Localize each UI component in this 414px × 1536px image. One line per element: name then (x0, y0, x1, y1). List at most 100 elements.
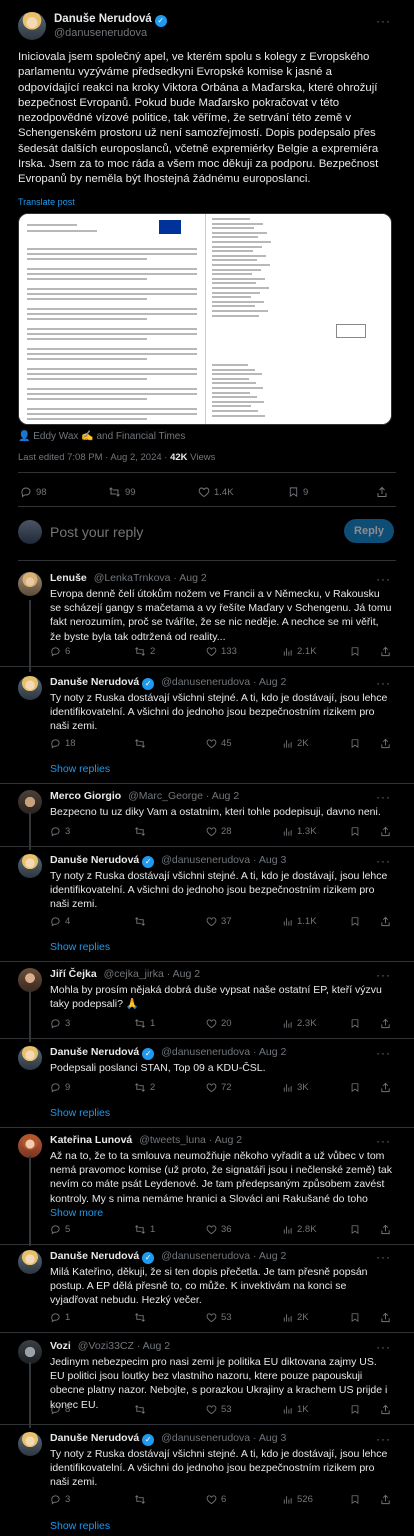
reply-button[interactable]: 3 (50, 1018, 70, 1029)
bookmark-button[interactable] (350, 1018, 364, 1029)
author-avatar[interactable] (18, 12, 46, 40)
reply-author-name[interactable]: Vozi (50, 1340, 71, 1352)
more-options-icon[interactable]: ··· (376, 854, 391, 868)
share-button[interactable] (380, 1494, 395, 1505)
reply-avatar[interactable] (18, 676, 42, 700)
views-button[interactable]: 1.3K (282, 826, 317, 837)
reply-author-name[interactable]: Lenuše (50, 572, 87, 584)
more-options-icon[interactable]: ··· (376, 1046, 391, 1060)
repost-button[interactable] (134, 738, 150, 749)
reply-meta[interactable]: @danusenerudova · Aug 2 (161, 1046, 286, 1058)
more-options-icon[interactable]: ··· (376, 1134, 391, 1148)
repost-button[interactable] (134, 826, 150, 837)
repost-button[interactable] (134, 1404, 150, 1415)
reply-meta[interactable]: @danusenerudova · Aug 3 (161, 1432, 286, 1444)
reply-author-name[interactable]: Jiří Čejka (50, 968, 97, 980)
more-options-icon[interactable]: ··· (376, 676, 391, 690)
more-options-icon[interactable]: ··· (376, 572, 391, 586)
more-options-icon[interactable]: ··· (376, 1250, 391, 1264)
like-button[interactable]: 45 (206, 738, 232, 749)
reply-button[interactable]: 8 (50, 1404, 70, 1415)
translate-post-link[interactable]: Translate post (18, 197, 75, 207)
repost-button[interactable] (134, 916, 150, 927)
repost-button[interactable]: 1 (134, 1224, 155, 1235)
repost-button[interactable]: 1 (134, 1018, 155, 1029)
reply-author-name[interactable]: Danuše Nerudová (50, 676, 139, 688)
repost-button[interactable]: 99 (108, 486, 136, 498)
tagged-people[interactable]: 👤 Eddy Wax ✍ and Financial Times (18, 431, 185, 442)
reply-author-name[interactable]: Danuše Nerudová (50, 1432, 139, 1444)
reply-meta[interactable]: @tweets_luna · Aug 2 (139, 1134, 242, 1146)
bookmark-button[interactable] (350, 1404, 364, 1415)
repost-button[interactable] (134, 1494, 150, 1505)
views-button[interactable]: 1K (282, 1404, 309, 1415)
views-button[interactable]: 2.8K (282, 1224, 317, 1235)
reply-avatar[interactable] (18, 1134, 42, 1158)
letter-image[interactable] (18, 213, 392, 425)
author-name[interactable]: Danuše Nerudová (54, 13, 152, 25)
reply-avatar[interactable] (18, 968, 42, 992)
like-button[interactable]: 6 (206, 1494, 226, 1505)
bookmark-button[interactable]: 9 (288, 486, 308, 498)
views-button[interactable]: 2.3K (282, 1018, 317, 1029)
show-replies-link[interactable]: Show replies (50, 1107, 110, 1119)
reply-author-name[interactable]: Danuše Nerudová (50, 1250, 139, 1262)
views-button[interactable]: 526 (282, 1494, 313, 1505)
reply-meta[interactable]: @danusenerudova · Aug 2 (161, 676, 286, 688)
tagged-names[interactable]: Eddy Wax ✍ and Financial Times (33, 431, 185, 442)
views-button[interactable]: 2K (282, 738, 309, 749)
bookmark-button[interactable] (350, 646, 364, 657)
share-button[interactable] (380, 646, 395, 657)
reply-avatar[interactable] (18, 1046, 42, 1070)
more-options-icon[interactable]: ··· (376, 1340, 391, 1354)
show-replies-link[interactable]: Show replies (50, 941, 110, 953)
views-button[interactable]: 2.1K (282, 646, 317, 657)
share-button[interactable] (380, 1224, 395, 1235)
bookmark-button[interactable] (350, 1082, 364, 1093)
like-button[interactable]: 37 (206, 916, 232, 927)
author-handle[interactable]: @danusenerudova (54, 27, 167, 40)
reply-avatar[interactable] (18, 572, 42, 596)
more-options-icon[interactable]: ··· (376, 14, 391, 28)
reply-avatar[interactable] (18, 790, 42, 814)
bookmark-button[interactable] (350, 1224, 364, 1235)
repost-button[interactable]: 2 (134, 646, 155, 657)
more-options-icon[interactable]: ··· (376, 790, 391, 804)
reply-meta[interactable]: @danusenerudova · Aug 2 (161, 1250, 286, 1262)
reply-meta[interactable]: @LenkaTrnkova · Aug 2 (94, 572, 207, 584)
reply-submit-button[interactable]: Reply (344, 519, 394, 543)
like-button[interactable]: 133 (206, 646, 237, 657)
like-button[interactable]: 36 (206, 1224, 232, 1235)
more-options-icon[interactable]: ··· (376, 1432, 391, 1446)
share-button[interactable] (380, 1312, 395, 1323)
repost-button[interactable]: 2 (134, 1082, 155, 1093)
reply-avatar[interactable] (18, 1432, 42, 1456)
reply-button[interactable]: 6 (50, 646, 70, 657)
show-replies-link[interactable]: Show replies (50, 1520, 110, 1532)
like-button[interactable]: 53 (206, 1312, 232, 1323)
show-replies-link[interactable]: Show replies (50, 763, 110, 775)
reply-author-name[interactable]: Danuše Nerudová (50, 854, 139, 866)
like-button[interactable]: 20 (206, 1018, 232, 1029)
like-button[interactable]: 1.4K (198, 486, 234, 498)
bookmark-button[interactable] (350, 738, 364, 749)
post-timestamp[interactable]: Last edited 7:08 PM · Aug 2, 2024 · 42K … (18, 452, 215, 463)
reply-author-name[interactable]: Merco Giorgio (50, 790, 121, 802)
more-options-icon[interactable]: ··· (376, 968, 391, 982)
share-button[interactable] (380, 826, 395, 837)
bookmark-button[interactable] (350, 1494, 364, 1505)
like-button[interactable]: 53 (206, 1404, 232, 1415)
reply-button[interactable]: 5 (50, 1224, 70, 1235)
reply-button[interactable]: 1 (50, 1312, 70, 1323)
bookmark-button[interactable] (350, 1312, 364, 1323)
reply-author-name[interactable]: Danuše Nerudová (50, 1046, 139, 1058)
share-button[interactable] (380, 1018, 395, 1029)
reply-meta[interactable]: @Vozi33CZ · Aug 2 (78, 1340, 170, 1352)
share-button[interactable] (380, 738, 395, 749)
views-button[interactable]: 2K (282, 1312, 309, 1323)
share-button[interactable] (376, 486, 392, 498)
views-button[interactable]: 1.1K (282, 916, 317, 927)
share-button[interactable] (380, 1082, 395, 1093)
views-button[interactable]: 3K (282, 1082, 309, 1093)
reply-meta[interactable]: @cejka_jirka · Aug 2 (104, 968, 200, 980)
